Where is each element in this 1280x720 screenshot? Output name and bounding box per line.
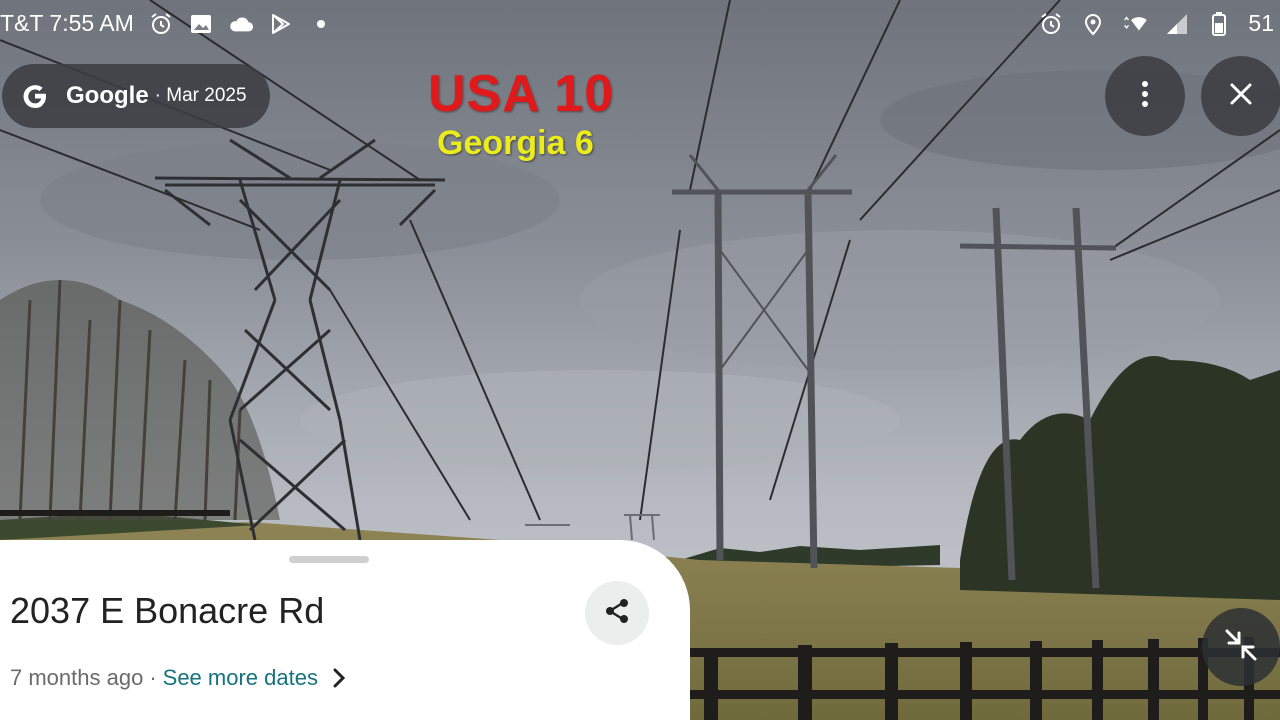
play-store-icon	[268, 11, 294, 37]
cloud-icon	[228, 11, 254, 37]
close-icon	[1229, 82, 1253, 111]
overlay-title-line1: USA 10	[428, 65, 615, 123]
exit-fullscreen-button[interactable]	[1202, 608, 1280, 686]
wifi-icon	[1122, 11, 1148, 37]
battery-level: 51	[1248, 10, 1274, 36]
place-bottom-sheet[interactable]: 2037 E Bonacre Rd 7 months ago · See mor…	[0, 540, 690, 720]
status-bar: T&T 7:55 AM 51	[0, 0, 1280, 50]
separator: ·	[149, 665, 157, 690]
place-address: 2037 E Bonacre Rd	[10, 590, 325, 631]
drag-handle[interactable]	[289, 556, 369, 563]
battery-icon	[1206, 11, 1232, 37]
location-pin-icon	[1080, 11, 1106, 37]
carrier-time: T&T 7:55 AM	[0, 10, 134, 36]
overlay-title-line2: Georgia 6	[437, 124, 594, 162]
google-attribution-pill[interactable]: Google · Mar 2025	[2, 64, 270, 128]
collapse-icon	[1221, 625, 1261, 670]
more-options-button[interactable]	[1105, 56, 1185, 136]
more-vert-icon	[1140, 79, 1150, 114]
share-icon	[602, 596, 632, 631]
google-brand-label: Google	[66, 82, 149, 109]
time-ago: 7 months ago	[10, 665, 144, 690]
notification-dot-icon	[308, 11, 334, 37]
signal-icon	[1164, 11, 1190, 37]
chevron-right-icon[interactable]	[332, 668, 346, 688]
capture-date: · Mar 2025	[154, 85, 247, 106]
alarm-icon	[1038, 11, 1064, 37]
gallery-icon	[188, 11, 214, 37]
capture-dates-row: 7 months ago · See more dates	[10, 665, 346, 691]
see-more-dates-link[interactable]: See more dates	[163, 665, 318, 691]
google-logo-icon	[20, 81, 50, 111]
close-button[interactable]	[1201, 56, 1280, 136]
alarm-icon	[148, 11, 174, 37]
share-button[interactable]	[585, 581, 649, 645]
